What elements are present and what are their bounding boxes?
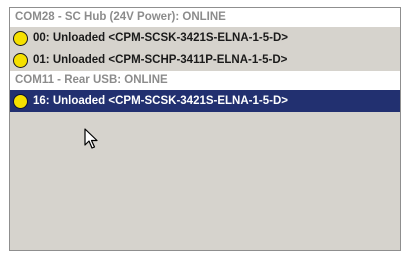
group-header-com28[interactable]: COM28 - SC Hub (24V Power): ONLINE [10,8,400,27]
device-row-01[interactable]: 01: Unloaded <CPM-SCHP-3411P-ELNA-1-5-D> [10,49,400,71]
mouse-pointer-icon [84,128,98,149]
device-label: 01: Unloaded <CPM-SCHP-3411P-ELNA-1-5-D> [33,54,288,66]
device-row-00[interactable]: 00: Unloaded <CPM-SCSK-3421S-ELNA-1-5-D> [10,27,400,49]
device-label: 16: Unloaded <CPM-SCSK-3421S-ELNA-1-5-D> [33,95,288,107]
yellow-circle-icon [13,93,28,109]
device-row-16[interactable]: 16: Unloaded <CPM-SCSK-3421S-ELNA-1-5-D> [10,90,400,112]
group-header-com11[interactable]: COM11 - Rear USB: ONLINE [10,71,400,90]
device-label: 00: Unloaded <CPM-SCSK-3421S-ELNA-1-5-D> [33,32,288,44]
device-tree-panel[interactable]: COM28 - SC Hub (24V Power): ONLINE 00: U… [9,7,401,251]
yellow-circle-icon [13,52,28,68]
yellow-circle-icon [13,30,28,46]
